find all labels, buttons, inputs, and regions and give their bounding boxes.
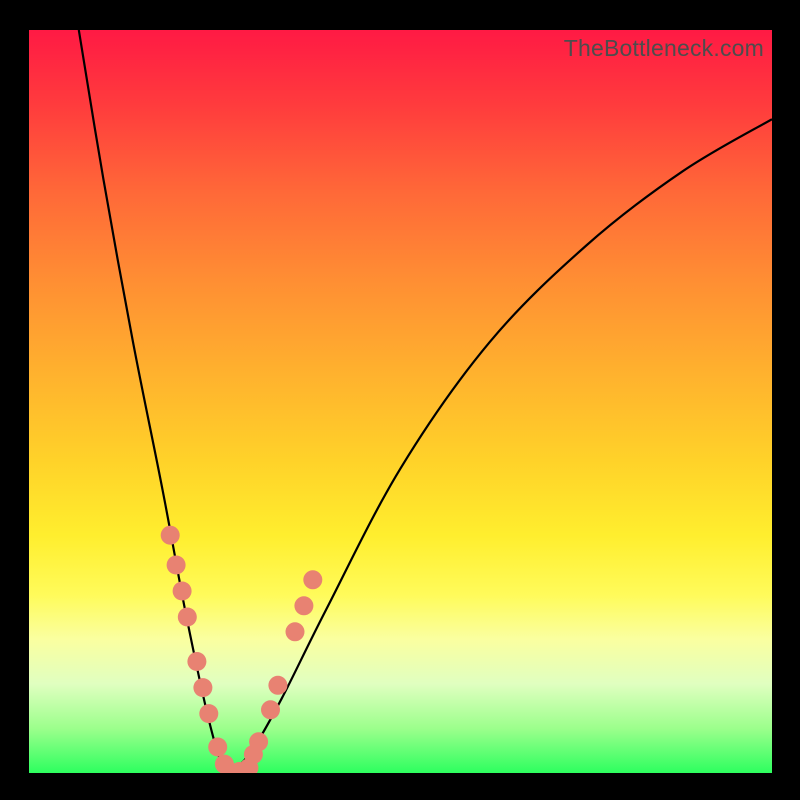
chart-svg <box>29 30 772 773</box>
data-marker <box>187 652 206 671</box>
data-marker <box>261 700 280 719</box>
data-marker <box>167 556 186 575</box>
data-marker <box>199 704 218 723</box>
right-curve <box>231 119 772 773</box>
left-curve <box>79 30 231 773</box>
data-marker <box>303 570 322 589</box>
data-marker <box>249 732 268 751</box>
data-marker <box>178 608 197 627</box>
chart-frame: TheBottleneck.com <box>0 0 800 800</box>
data-marker <box>173 582 192 601</box>
data-marker <box>268 676 287 695</box>
data-marker <box>208 738 227 757</box>
data-marker <box>294 596 313 615</box>
data-marker <box>161 526 180 545</box>
data-markers <box>161 526 323 773</box>
data-marker <box>286 622 305 641</box>
plot-area: TheBottleneck.com <box>29 30 772 773</box>
data-marker <box>193 678 212 697</box>
